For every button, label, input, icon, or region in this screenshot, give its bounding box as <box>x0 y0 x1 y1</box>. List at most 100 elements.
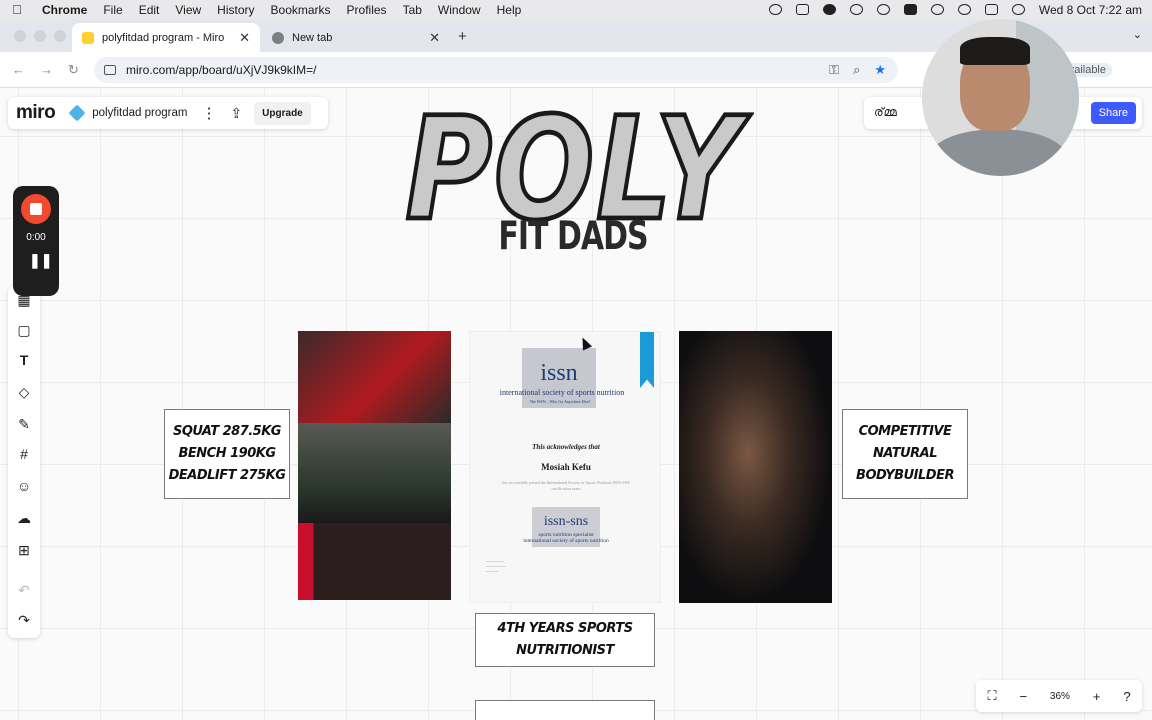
text-tool-icon[interactable]: T <box>8 352 40 368</box>
wifi-icon[interactable] <box>930 4 944 15</box>
issn-org-name: international society of sports nutritio… <box>499 388 625 397</box>
shapes-icon[interactable]: ◇ <box>8 384 40 401</box>
lifts-frame[interactable]: Squat 287.5KG Bench 190KG Deadlift 275KG <box>164 409 290 499</box>
webcam-overlay <box>922 19 1079 176</box>
logo-subtitle: FIT DADS <box>498 214 648 260</box>
screen-recorder: 0:00 ❚❚ <box>13 186 59 296</box>
close-tab-icon[interactable]: ✕ <box>239 30 250 46</box>
menu-profiles[interactable]: Profiles <box>339 3 395 17</box>
menu-view[interactable]: View <box>167 3 209 17</box>
user-icon[interactable] <box>849 4 863 15</box>
close-tab-icon[interactable]: ✕ <box>429 30 440 46</box>
bodybuilder-line-1: Competitive <box>858 424 952 439</box>
forward-icon[interactable]: → <box>40 62 53 77</box>
reload-icon[interactable]: ↻ <box>68 62 79 78</box>
close-window-button[interactable] <box>14 30 26 42</box>
apple-icon[interactable]:  <box>0 2 34 17</box>
zoom-controls: ⛶ − 36% + ? <box>976 680 1142 712</box>
squat-photo <box>298 523 451 600</box>
undo-icon[interactable]: ↶ <box>8 582 40 599</box>
miro-icon <box>82 31 94 44</box>
menu-window[interactable]: Window <box>430 3 489 17</box>
battery-icon[interactable] <box>903 4 917 15</box>
macos-menubar:  Chrome File Edit View History Bookmark… <box>0 0 1152 19</box>
poly-fit-dads-logo[interactable]: POLY FIT DADS <box>390 88 758 264</box>
menu-file[interactable]: File <box>95 3 130 17</box>
issn-certificate[interactable]: issn international society of sports nut… <box>469 331 661 603</box>
sticky-note-icon[interactable]: ▢ <box>8 322 40 339</box>
zoom-icon[interactable]: ⌕ <box>853 62 860 78</box>
minimize-window-button[interactable] <box>34 30 46 42</box>
menu-tab[interactable]: Tab <box>395 3 430 17</box>
new-tab-button[interactable]: + <box>458 28 467 45</box>
screen-record-icon[interactable] <box>768 4 782 15</box>
upgrade-button[interactable]: Upgrade <box>254 101 311 125</box>
tab-title: polyfitdad program - Miro <box>102 31 225 44</box>
menu-app-name[interactable]: Chrome <box>34 3 95 17</box>
board-icon <box>68 104 86 122</box>
redo-icon[interactable]: ↷ <box>8 612 40 629</box>
menu-help[interactable]: Help <box>489 3 530 17</box>
board-header: miro polyfitdad program ⋮ ⇪ Upgrade <box>8 97 328 129</box>
zoom-out-icon[interactable]: − <box>1019 689 1027 704</box>
back-icon[interactable]: ← <box>12 62 25 77</box>
spotlight-search-icon[interactable] <box>957 4 971 15</box>
menubar-clock[interactable]: Wed 8 Oct 7:22 am <box>1039 3 1142 17</box>
bodybuilder-line-2: Natural <box>873 446 937 461</box>
share-button[interactable]: Share <box>1090 102 1136 124</box>
zoom-in-icon[interactable]: + <box>1093 689 1101 704</box>
recording-time: 0:00 <box>26 232 46 243</box>
certificate-fine-print: ─────── ──────── ───── <box>486 560 506 574</box>
bookmark-star-icon[interactable]: ★ <box>874 62 886 78</box>
frame-icon[interactable]: # <box>8 446 40 462</box>
tab-title: New tab <box>292 31 333 44</box>
play-icon[interactable] <box>876 4 890 15</box>
emoji-icon[interactable]: ☺ <box>8 478 40 494</box>
password-key-icon[interactable]: ⚿ <box>829 62 839 78</box>
board-name[interactable]: polyfitdad program <box>92 107 187 119</box>
lift-bench: Bench 190KG <box>178 446 276 461</box>
issn-sns-logo: issn-sns <box>543 514 589 529</box>
reactions-icon[interactable]: ര്മ്മ <box>874 105 897 120</box>
siri-icon[interactable] <box>1011 4 1025 15</box>
certificate-blurb: has successfully passed the Internationa… <box>502 480 630 491</box>
miro-canvas[interactable]: miro polyfitdad program ⋮ ⇪ Upgrade ര്മ്… <box>0 88 1152 720</box>
webcam-person-hair <box>960 37 1030 65</box>
deadlift-photo <box>298 423 451 523</box>
bench-press-photo <box>298 331 451 423</box>
powerlifting-photo-collage[interactable] <box>298 331 451 600</box>
export-icon[interactable]: ⇪ <box>230 105 242 122</box>
bodybuilder-line-3: Bodybuilder <box>856 468 954 483</box>
add-icon[interactable]: ⊞ <box>8 542 40 559</box>
pen-icon[interactable]: ✎ <box>8 416 40 433</box>
menu-edit[interactable]: Edit <box>131 3 168 17</box>
nutritionist-line-1: 4th Years Sports <box>497 621 633 636</box>
zoom-window-button[interactable] <box>54 30 66 42</box>
lift-deadlift: Deadlift 275KG <box>168 468 286 483</box>
control-center-icon[interactable] <box>984 4 998 15</box>
bodybuilder-frame[interactable]: Competitive Natural Bodybuilder <box>842 409 968 499</box>
address-bar[interactable]: miro.com/app/board/uXjVJ9k9kIM=/ ⚿ ⌕ ★ <box>94 57 898 83</box>
chevron-down-icon[interactable]: ⌄ <box>1133 28 1142 41</box>
tab-new-tab[interactable]: New tab ✕ <box>262 23 450 52</box>
more-options-icon[interactable]: ⋮ <box>201 104 216 122</box>
sns-subtitle: sports nutrition specialist internationa… <box>470 532 662 544</box>
zoom-level[interactable]: 36% <box>1050 691 1070 702</box>
pause-icon[interactable]: ❚❚ <box>29 252 52 269</box>
help-icon[interactable]: ? <box>1123 689 1130 704</box>
tab-miro-board[interactable]: polyfitdad program - Miro ✕ <box>72 23 260 52</box>
app-status-icon[interactable] <box>795 4 809 15</box>
focus-moon-icon[interactable] <box>822 4 836 15</box>
bodybuilder-photo[interactable] <box>679 331 832 603</box>
fit-to-screen-icon[interactable]: ⛶ <box>987 688 996 704</box>
miro-logo[interactable]: miro <box>16 102 56 124</box>
menu-history[interactable]: History <box>209 3 262 17</box>
site-info-icon[interactable] <box>104 65 116 75</box>
nutritionist-frame[interactable]: 4th Years Sports Nutritionist <box>475 613 655 667</box>
empty-frame[interactable] <box>475 700 655 720</box>
nutritionist-line-2: Nutritionist <box>516 643 614 658</box>
comment-icon[interactable]: ☁ <box>8 510 40 527</box>
menu-bookmarks[interactable]: Bookmarks <box>263 3 339 17</box>
url-text[interactable]: miro.com/app/board/uXjVJ9k9kIM=/ <box>126 63 316 77</box>
stop-recording-button[interactable] <box>21 194 51 224</box>
